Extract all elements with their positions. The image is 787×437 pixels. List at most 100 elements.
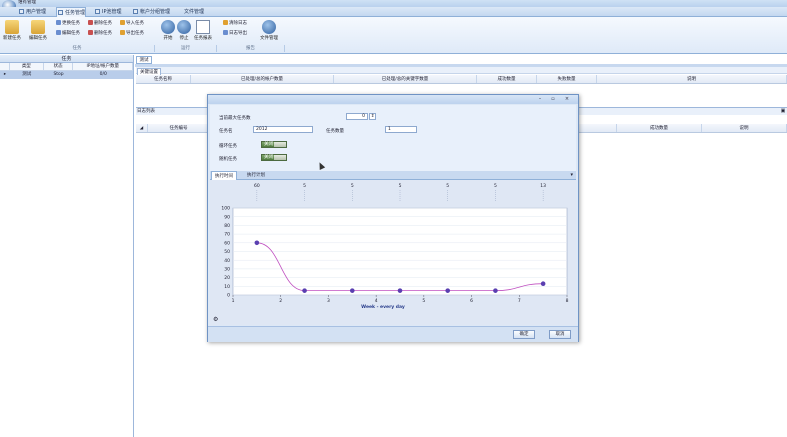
data-label: 5 [303, 183, 306, 189]
tab-files[interactable]: 文件管理 [176, 7, 204, 17]
edit-task-button[interactable]: 编辑任务 [29, 20, 47, 41]
y-tick-label: 50 [224, 249, 230, 255]
data-point [302, 288, 307, 293]
delete-icon [88, 30, 93, 35]
max-tasks-input[interactable]: 0 [346, 113, 368, 120]
column-status[interactable]: 状态 [44, 63, 74, 70]
data-label: 13 [540, 183, 546, 189]
table-row[interactable]: ▸ 测试 Stop 0/0 [0, 71, 133, 79]
data-label: 5 [399, 183, 402, 189]
tab-ip-pool[interactable]: IP池管理 [94, 7, 122, 17]
column-note[interactable]: 说明 [702, 124, 787, 132]
task-name-input[interactable]: 2012 [253, 126, 313, 133]
filter-icon[interactable]: ◢ [136, 124, 148, 132]
column-description[interactable]: 说明 [597, 75, 787, 83]
dialog-title-bar: – ▫ × [208, 95, 578, 104]
column-keywords-processed[interactable]: 已处理/总的关键字数量 [334, 75, 477, 83]
y-tick-label: 0 [227, 293, 230, 299]
title-bar: 谁有管理 [0, 0, 787, 7]
file-manager-button[interactable]: 文件管理 [260, 20, 278, 41]
x-tick-label: 5 [422, 298, 425, 304]
data-label: 5 [446, 183, 449, 189]
column-failed[interactable]: 失败数量 [537, 75, 597, 83]
column-task-id[interactable]: 任务编号 [148, 124, 210, 132]
dropdown-arrow-icon[interactable]: ▾ [570, 172, 573, 178]
y-tick-label: 60 [224, 240, 230, 246]
minimize-icon[interactable]: – [536, 96, 544, 102]
delete-task-button[interactable]: 删除任务 [88, 20, 112, 26]
column-type[interactable]: 类型 [10, 63, 44, 70]
stop-button[interactable]: 停止 [177, 20, 191, 41]
tab-test[interactable]: 测试 [136, 56, 152, 64]
column-ip-accounts[interactable]: IP地址/帐户数量 [73, 63, 134, 70]
delete-task-button-2[interactable]: 删除任务 [88, 30, 112, 36]
y-tick-label: 90 [224, 214, 230, 220]
data-point [493, 288, 498, 293]
clear-log-button[interactable]: 清除日志 [223, 20, 247, 26]
close-icon[interactable]: × [563, 96, 571, 102]
change-icon [56, 20, 61, 25]
task-report-button[interactable]: 任务报表 [194, 20, 212, 41]
row-arrow-icon: ▸ [3, 72, 7, 77]
pin-icon[interactable]: ▣ [779, 107, 787, 115]
column-task-name[interactable]: 任务名称 [136, 75, 191, 83]
y-tick-label: 80 [224, 223, 230, 229]
edit-task-small-button[interactable]: 编辑任务 [56, 30, 80, 36]
loop-task-toggle[interactable]: 关闭 [261, 141, 287, 148]
ribbon-group-report: 报告 [217, 45, 285, 52]
main-tab-bar: 用户管理 任务管理 IP池管理 帐户分组管理 文件管理 [0, 7, 787, 17]
task-grid-header: 任务名称 已处理/总的帐户数量 已处理/总的关键字数量 成功数量 失败数量 说明 [136, 75, 787, 84]
y-tick-label: 40 [224, 258, 230, 264]
x-tick-label: 6 [470, 298, 473, 304]
ribbon: 新建任务 编辑任务 更换任务 编辑任务 删除任务 删除任务 导入任务 导出任务 … [0, 17, 787, 54]
task-name-label: 任务名 [219, 129, 233, 134]
y-tick-label: 30 [224, 267, 230, 273]
random-task-toggle[interactable]: 关闭 [261, 154, 287, 161]
import-icon [120, 20, 125, 25]
x-tick-label: 2 [279, 298, 282, 304]
stop-icon [177, 20, 191, 34]
delete-icon [88, 20, 93, 25]
data-point [540, 281, 546, 286]
ribbon-group-task: 任务 [0, 45, 155, 52]
x-tick-label: 7 [518, 298, 521, 304]
tab-execution-plan[interactable]: 执行计划 [244, 171, 268, 180]
task-settings-dialog: – ▫ × 当前最大任务数 0 ⇕ 任务名 2012 任务数量 1 循环任务 关… [207, 94, 579, 342]
play-icon [161, 20, 175, 34]
new-task-button[interactable]: 新建任务 [3, 20, 21, 41]
log-export-icon [223, 30, 228, 35]
edit-task-icon [31, 20, 45, 34]
loop-task-label: 循环任务 [219, 144, 237, 149]
start-button[interactable]: 开始 [161, 20, 175, 41]
chart-options-icon[interactable]: ⚙ [213, 316, 218, 323]
change-task-button[interactable]: 更换任务 [56, 20, 80, 26]
account-group-icon [133, 9, 138, 14]
tab-tasks[interactable]: 任务管理 [56, 7, 87, 17]
export-task-button[interactable]: 导出任务 [120, 30, 144, 36]
data-point [254, 240, 260, 246]
column-success[interactable]: 成功数量 [477, 75, 537, 83]
chart-pane: 0 10 20 30 40 50 60 70 80 90 100 1 2 3 4 5 6 7 8 Week - eve… [210, 180, 576, 325]
task-list-header: 任务 [0, 55, 133, 63]
new-task-icon [5, 20, 19, 34]
export-log-button[interactable]: 日志导出 [223, 30, 247, 36]
ribbon-group-run: 运行 [155, 45, 217, 52]
data-label: 5 [494, 183, 497, 189]
import-task-button[interactable]: 导入任务 [120, 20, 144, 26]
maximize-icon[interactable]: ▫ [549, 96, 557, 102]
column-accounts-processed[interactable]: 已处理/总的帐户数量 [191, 75, 334, 83]
settings-bar [136, 67, 787, 74]
x-tick-label: 8 [566, 298, 569, 304]
task-count-input[interactable]: 1 [385, 126, 417, 133]
app-title: 谁有管理 [18, 0, 36, 5]
cancel-button[interactable]: 取消 [549, 330, 571, 339]
tab-account-groups[interactable]: 帐户分组管理 [132, 7, 170, 17]
file-manager-icon [262, 20, 276, 34]
tab-execution-time[interactable]: 执行时间 [211, 171, 237, 180]
data-point [349, 288, 355, 293]
column-success-count[interactable]: 成功数量 [617, 124, 702, 132]
ok-button[interactable]: 确定 [513, 330, 535, 339]
spinner-icon[interactable]: ⇕ [369, 113, 376, 120]
tab-users[interactable]: 用户管理 [18, 7, 46, 17]
y-tick-label: 70 [224, 232, 230, 238]
